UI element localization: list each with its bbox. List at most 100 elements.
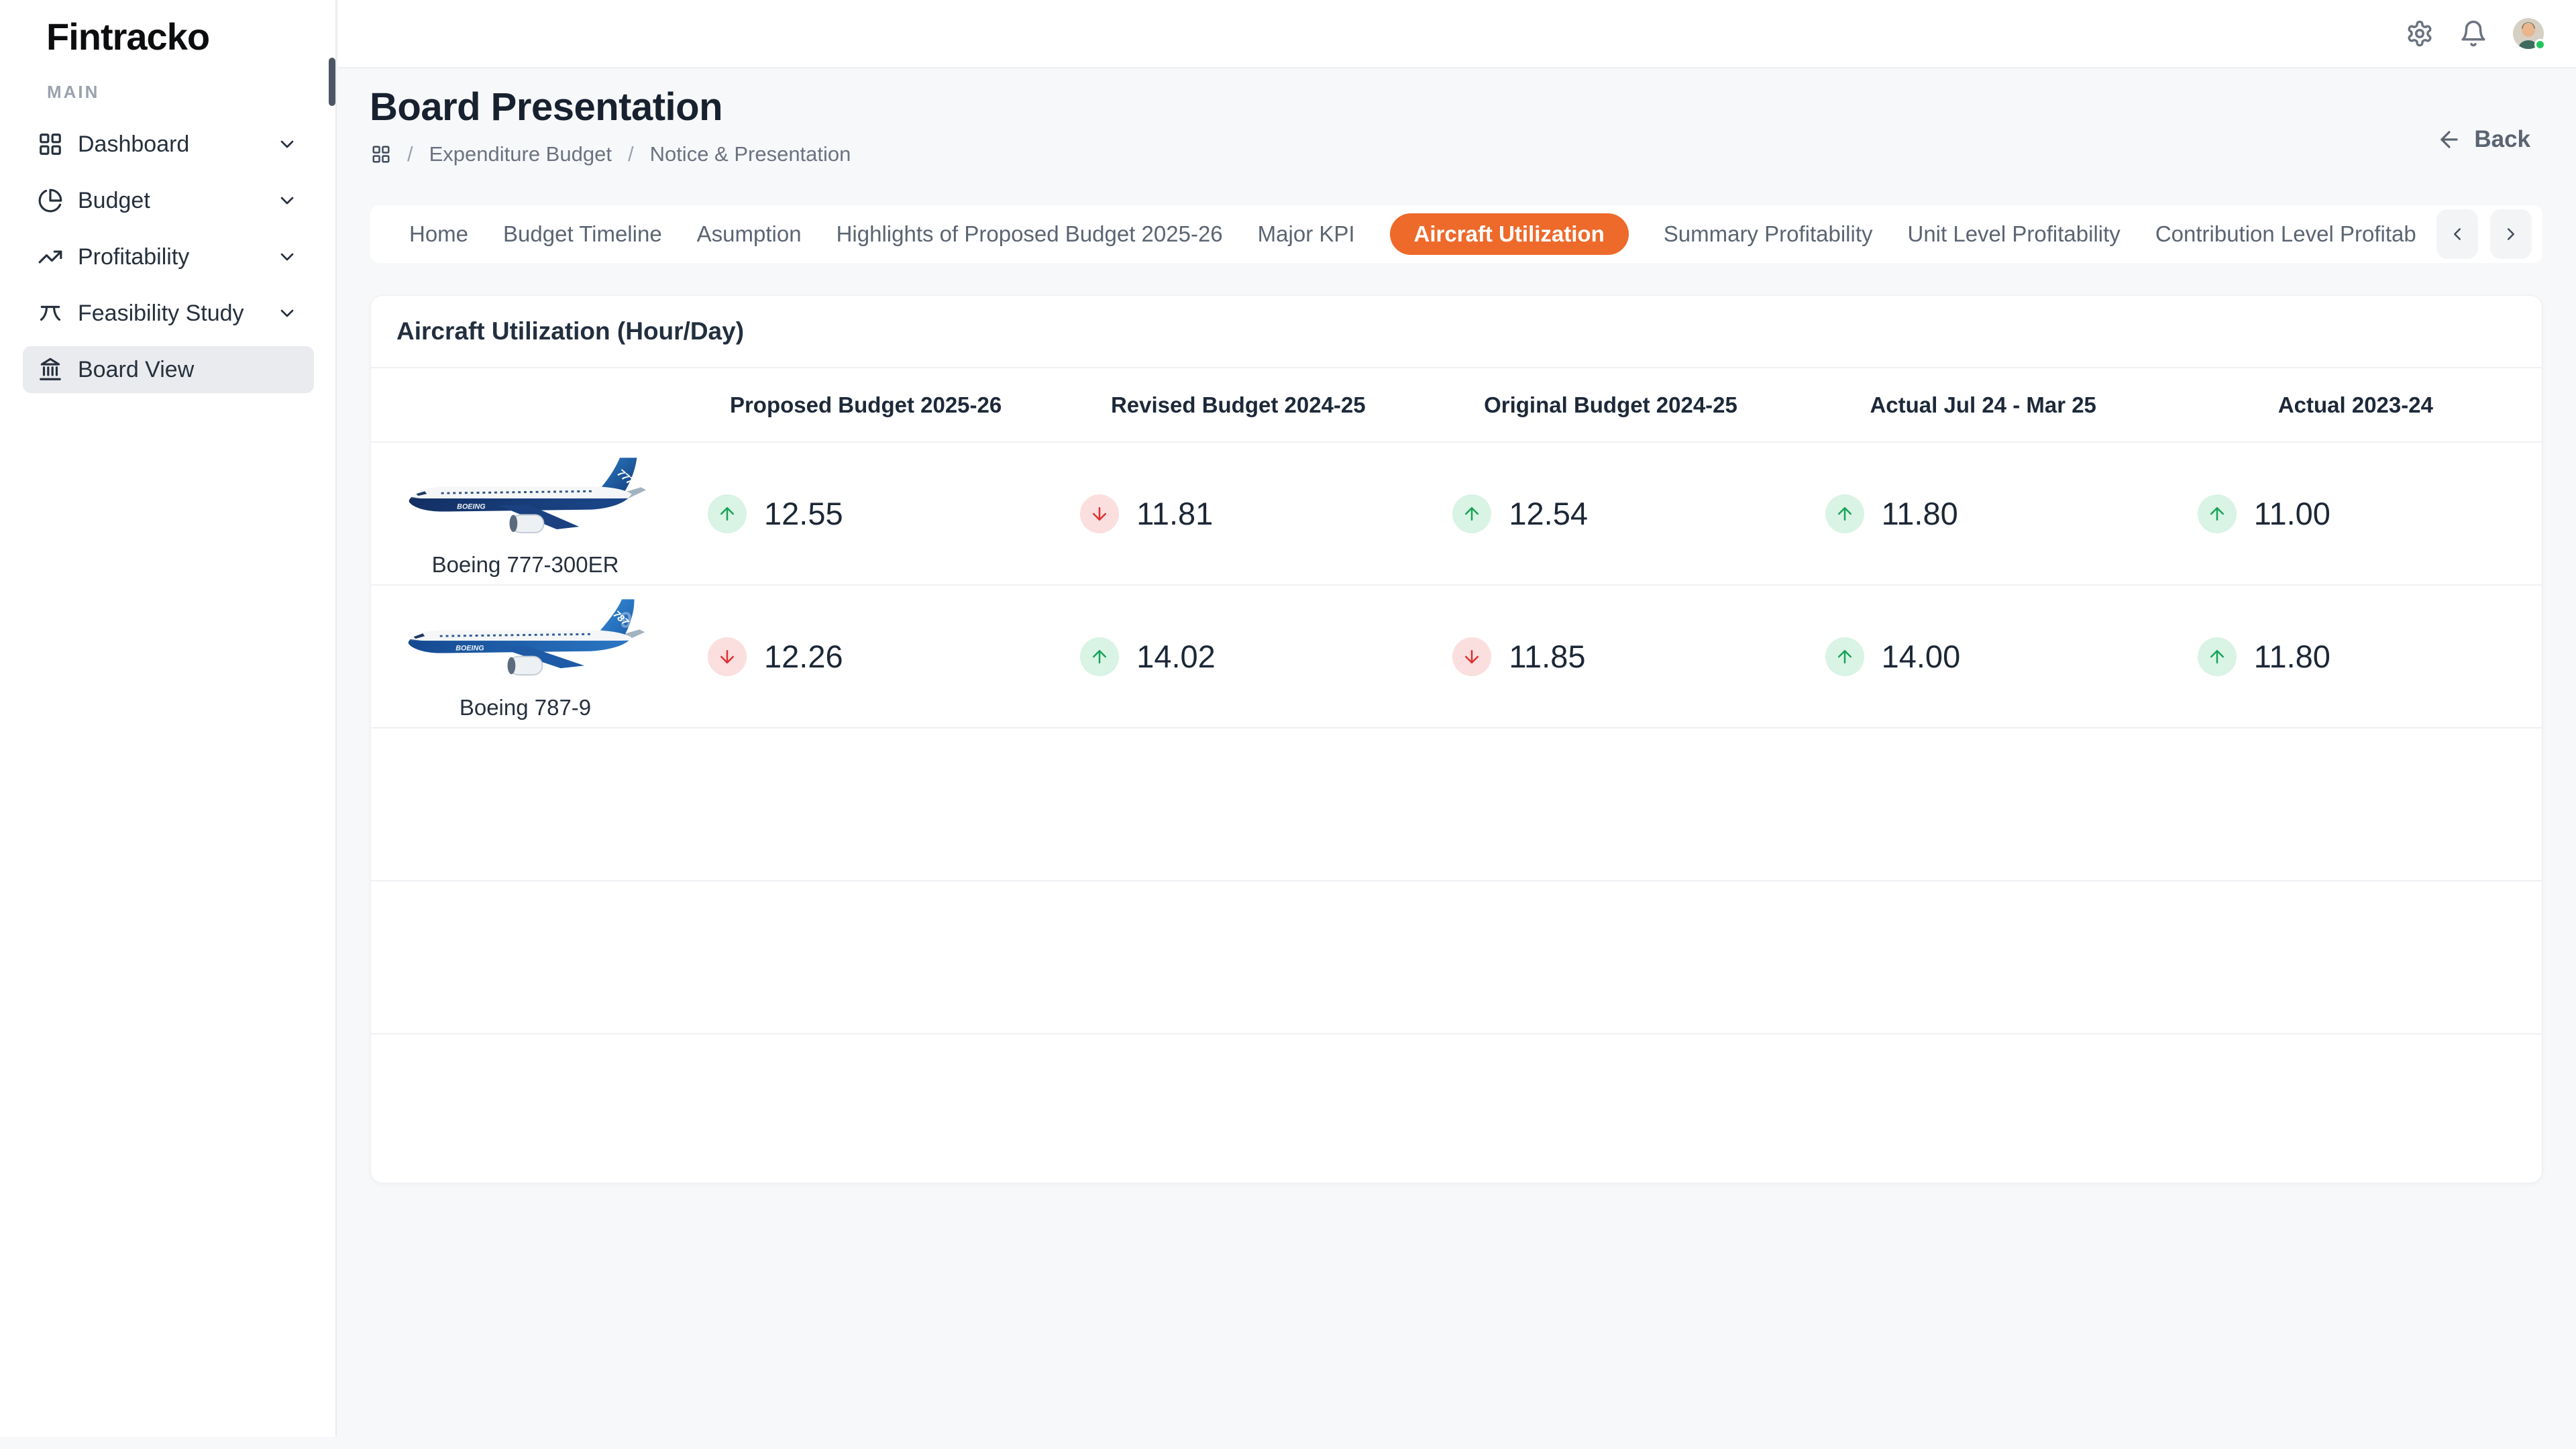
breadcrumb-separator: / [628,142,634,166]
sidebar-item-profitability[interactable]: Profitability [23,233,314,280]
column-header-original-budget-2024-25: Original Budget 2024-25 [1424,392,1796,418]
arrow-left-icon [2436,127,2462,152]
trend-down-icon [708,637,747,676]
trend-up-icon [1825,637,1864,676]
sidebar-item-feasibility-study[interactable]: Feasibility Study [23,290,314,337]
utilization-value-cell: 11.80 [2169,637,2542,676]
card-title: Aircraft Utilization (Hour/Day) [371,296,2542,368]
bridge-icon [38,301,63,326]
tab-budget-timeline[interactable]: Budget Timeline [503,221,662,247]
trend-up-icon [1825,494,1864,533]
tab-scroll-controls [2416,205,2542,263]
back-label: Back [2474,126,2530,153]
grid-icon [38,131,63,157]
chevron-down-icon [276,133,298,155]
sidebar-nav: Dashboard Budget Profitability Feasibili… [23,121,314,393]
page-title: Board Presentation [370,85,722,129]
back-button[interactable]: Back [2436,126,2530,153]
chevron-down-icon [276,190,298,211]
utilization-value: 12.54 [1509,495,1588,532]
chevron-right-icon [2501,224,2521,244]
sidebar: Fintracko MAIN Dashboard Budget Profitab… [0,0,337,1437]
empty-table-row [371,881,2542,1034]
app-logo: Fintracko [46,15,209,58]
column-header-proposed-budget-2025-26: Proposed Budget 2025-26 [680,392,1052,418]
topbar [338,0,2576,68]
breadcrumb-item-expenditure-budget[interactable]: Expenditure Budget [429,142,612,166]
utilization-value-cell: 14.02 [1052,637,1424,676]
svg-text:BOEING: BOEING [457,502,486,511]
grid-icon[interactable] [371,144,391,164]
tab-asumption[interactable]: Asumption [697,221,802,247]
trend-up-icon [1452,494,1491,533]
tab-major-kpi[interactable]: Major KPI [1258,221,1355,247]
sidebar-item-budget[interactable]: Budget [23,177,314,224]
utilization-value: 12.55 [764,495,843,532]
sidebar-item-dashboard[interactable]: Dashboard [23,121,314,168]
aircraft-cell: 777BOEING Boeing 777-300ER [371,450,680,578]
bell-icon[interactable] [2459,19,2487,48]
trend-down-icon [1080,494,1119,533]
table-header-row: Proposed Budget 2025-26Revised Budget 20… [371,368,2542,443]
pie-chart-icon [38,188,63,213]
column-header-actual-2023-24: Actual 2023-24 [2169,392,2542,418]
utilization-value: 11.00 [2254,495,2330,532]
table-row-boeing-777-300er: 777BOEING Boeing 777-300ER 12.55 11.81 1… [371,443,2542,586]
tab-highlights-of-proposed-budget-2025-26[interactable]: Highlights of Proposed Budget 2025-26 [837,221,1223,247]
empty-table-row [371,1034,2542,1183]
utilization-value: 11.81 [1136,495,1213,532]
utilization-value-cell: 12.55 [680,494,1052,533]
utilization-value: 14.00 [1882,638,1961,675]
utilization-value: 14.02 [1136,638,1216,675]
sidebar-section-label: MAIN [47,82,99,103]
breadcrumb-item-notice-presentation[interactable]: Notice & Presentation [650,142,851,166]
utilization-value: 12.26 [764,638,843,675]
boeing-777-300er-image: 777BOEING [400,450,650,549]
trend-up-icon [2198,637,2237,676]
aircraft-name: Boeing 777-300ER [432,552,619,578]
avatar[interactable] [2513,18,2544,49]
chevron-left-icon [2447,224,2467,244]
svg-text:BOEING: BOEING [455,644,484,652]
trend-up-icon [2198,494,2237,533]
utilization-value-cell: 12.54 [1424,494,1796,533]
trend-up-icon [1080,637,1119,676]
utilization-value-cell: 11.80 [1797,494,2169,533]
breadcrumb: / Expenditure Budget / Notice & Presentatio… [371,142,851,166]
tab-summary-profitability[interactable]: Summary Profitability [1664,221,1873,247]
empty-table-row [371,729,2542,881]
aircraft-name: Boeing 787-9 [460,695,591,720]
utilization-value-cell: 11.00 [2169,494,2542,533]
landmark-icon [38,357,63,382]
slide-tab-bar: Home Budget Timeline Asumption Highlights o… [370,205,2542,263]
tab-scroll-right-button[interactable] [2490,209,2532,259]
column-header-actual-jul-24-mar-25: Actual Jul 24 - Mar 25 [1797,392,2169,418]
online-status-dot [2534,39,2546,50]
chevron-down-icon [276,246,298,268]
tab-home[interactable]: Home [409,221,468,247]
utilization-value: 11.85 [1509,638,1585,675]
trending-up-icon [38,244,63,270]
breadcrumb-separator: / [407,142,413,166]
trend-up-icon [708,494,747,533]
sidebar-item-board-view[interactable]: Board View [23,346,314,393]
utilization-value: 11.80 [1882,495,1958,532]
tab-unit-level-profitability[interactable]: Unit Level Profitability [1908,221,2121,247]
tab-contribution-level-profitability[interactable]: Contribution Level Profitability [2155,221,2449,247]
tab-aircraft-utilization[interactable]: Aircraft Utilization [1390,213,1629,255]
scrollbar-thumb[interactable] [329,58,335,106]
gear-icon[interactable] [2406,19,2434,48]
tab-scroll-left-button[interactable] [2436,209,2478,259]
utilization-value-cell: 11.81 [1052,494,1424,533]
utilization-value: 11.80 [2254,638,2330,675]
aircraft-utilization-card: Aircraft Utilization (Hour/Day) Proposed… [370,295,2542,1183]
chevron-down-icon [276,303,298,324]
utilization-value-cell: 11.85 [1424,637,1796,676]
trend-down-icon [1452,637,1491,676]
boeing-787-9-image: 9787BOEING [400,593,650,692]
utilization-value-cell: 12.26 [680,637,1052,676]
utilization-value-cell: 14.00 [1797,637,2169,676]
table-row-boeing-787-9: 9787BOEING Boeing 787-9 12.26 14.02 11.8… [371,586,2542,729]
aircraft-cell: 9787BOEING Boeing 787-9 [371,593,680,720]
column-header-revised-budget-2024-25: Revised Budget 2024-25 [1052,392,1424,418]
